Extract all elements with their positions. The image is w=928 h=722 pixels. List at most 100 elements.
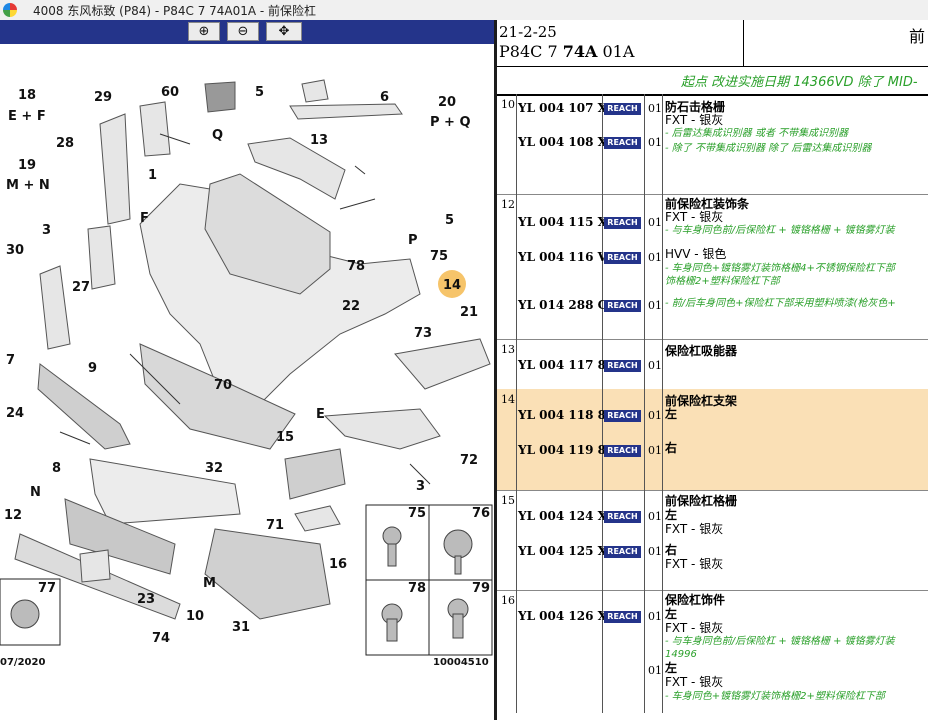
parts-group-16[interactable]: 16 YL 004 126 XT REACH 01 保险杠饰件左 FXT - 银灰 - 与车… xyxy=(497,590,928,720)
callout-32: 32 xyxy=(205,461,223,476)
part-description: - 与车身同色前/后保险杠 + 镀铬格栅 + 镀铬雾灯装 xyxy=(665,225,895,236)
list-bottom-edge xyxy=(497,713,928,720)
zoom-out-button[interactable]: ⊖ xyxy=(227,22,259,41)
callout-77: 77 xyxy=(38,581,56,596)
part-number[interactable]: YL 004 107 XT xyxy=(518,101,616,115)
reach-badge[interactable]: REACH xyxy=(604,252,641,264)
callout-75b: 75 xyxy=(408,506,426,521)
part-number[interactable]: YL 004 118 80 xyxy=(518,408,614,422)
part-description: 保险杠饰件 xyxy=(665,593,726,607)
part-number[interactable]: YL 004 115 XT xyxy=(518,215,616,229)
reach-badge[interactable]: REACH xyxy=(604,360,641,372)
diagram-footer-left: 07/2020 xyxy=(0,657,45,668)
part-description: 左 xyxy=(665,407,678,421)
catalog-date: 21-2-25 xyxy=(499,23,557,41)
parts-group-13[interactable]: 13 YL 004 117 80 REACH 01 保险杠吸能器 xyxy=(497,339,928,390)
quantity: 01 xyxy=(648,545,662,558)
quantity: 01 xyxy=(648,610,662,623)
part-description: - 前/后车身同色+保险杠下部采用塑料喷漆(枪灰色+ xyxy=(665,298,896,309)
callout-e: E xyxy=(316,407,325,422)
callout-31: 31 xyxy=(232,620,250,635)
callout-q: Q xyxy=(212,128,223,143)
callout-21: 21 xyxy=(460,305,478,320)
fog-lamp-trim-part xyxy=(294,505,341,532)
callout-14: 14 xyxy=(443,278,461,293)
callout-23: 23 xyxy=(137,592,155,607)
side-bracket-left-part xyxy=(99,113,131,225)
callout-28: 28 xyxy=(56,136,74,151)
callout-74: 74 xyxy=(152,631,170,646)
part-description: FXT - 银灰 xyxy=(665,675,724,689)
part-number[interactable]: YL 004 108 XT xyxy=(518,135,616,149)
reach-badge[interactable]: REACH xyxy=(604,546,641,558)
reach-badge[interactable]: REACH xyxy=(604,445,641,457)
part-number[interactable]: YL 014 288 CX xyxy=(518,298,617,312)
reach-badge[interactable]: REACH xyxy=(604,217,641,229)
callout-71: 71 xyxy=(266,518,284,533)
callout-78: 78 xyxy=(347,259,365,274)
part-description: 保险杠吸能器 xyxy=(665,344,738,358)
part-description: 左 xyxy=(665,661,678,675)
diagram-toolbar: ⊕ ⊖ ✥ xyxy=(0,20,494,44)
part-description: - 除了 不带集成识别器 除了 后雷达集成识别器 xyxy=(665,143,872,154)
item-number: 13 xyxy=(501,343,515,356)
callout-6: 6 xyxy=(380,90,389,105)
callout-19: 19 xyxy=(18,158,36,173)
reach-badge[interactable]: REACH xyxy=(604,511,641,523)
part-description: 前保险杠格栅 xyxy=(665,494,738,508)
part-description: 右 xyxy=(665,441,678,455)
part-number[interactable]: YL 004 124 XT xyxy=(518,509,616,523)
plate-part xyxy=(79,549,111,583)
exploded-parts-diagram: 60 5 6 29 18 E + F 20 P + Q Q 28 13 19 M… xyxy=(0,79,493,668)
callout-73: 73 xyxy=(414,326,432,341)
pan-button[interactable]: ✥ xyxy=(266,22,302,41)
column-rule xyxy=(644,194,645,339)
callout-p: P xyxy=(408,233,418,248)
reach-badge[interactable]: REACH xyxy=(604,137,641,149)
parts-group-15[interactable]: 15 YL 004 124 XT REACH 01 前保险杠格栅左 FXT - 银灰 YL … xyxy=(497,490,928,591)
parts-group-10[interactable]: 10 YL 004 107 XT REACH 01 防石击格栅 FXT - 银灰 - 后雷达… xyxy=(497,94,928,195)
part-number[interactable]: YL 004 116 VV xyxy=(518,250,616,264)
column-rule xyxy=(516,490,517,590)
column-rule xyxy=(516,590,517,720)
callout-7: 7 xyxy=(6,353,15,368)
window-titlebar: 4008 东风标致 (P84) - P84C 7 74A01A - 前保险杠 xyxy=(0,0,928,21)
callout-78b: 78 xyxy=(408,581,426,596)
item-number: 16 xyxy=(501,594,515,607)
part-number[interactable]: YL 004 119 80 xyxy=(518,443,614,457)
lower-grille-part xyxy=(37,363,131,450)
reach-badge[interactable]: REACH xyxy=(604,300,641,312)
reach-badge[interactable]: REACH xyxy=(604,410,641,422)
catalog-code: P84C 7 74A 01A xyxy=(499,42,635,61)
diagram-pane[interactable]: ⊕ ⊖ ✥ 60 5 6 29 18 E + F 20 P + Q Q 28 1… xyxy=(0,20,494,720)
reach-badge[interactable]: REACH xyxy=(604,611,641,623)
part-number[interactable]: YL 004 126 XT xyxy=(518,609,616,623)
callout-p-q: P + Q xyxy=(430,115,471,130)
zoom-in-button[interactable]: ⊕ xyxy=(188,22,220,41)
part-number[interactable]: YL 004 117 80 xyxy=(518,358,614,372)
callout-27: 27 xyxy=(72,280,90,295)
callout-10: 10 xyxy=(186,609,204,624)
part-description: - 后雷达集成识别器 或者 不带集成识别器 xyxy=(665,128,849,139)
column-rule xyxy=(644,94,645,194)
callout-9: 9 xyxy=(88,361,97,376)
column-rule xyxy=(662,590,663,720)
item-number: 14 xyxy=(501,393,515,406)
part-number[interactable]: YL 004 125 XT xyxy=(518,544,616,558)
item-number: 12 xyxy=(501,198,515,211)
parts-group-12[interactable]: 12 YL 004 115 XT REACH 01 前保险杠装饰条 FXT - 银灰 - 与… xyxy=(497,194,928,340)
callout-m: M xyxy=(203,576,216,591)
callout-n: N xyxy=(30,485,41,500)
item-number: 15 xyxy=(501,494,515,507)
callout-8: 8 xyxy=(52,461,61,476)
parts-group-14[interactable]: 14 YL 004 118 80 REACH 01 前保险杠支架左 YL 004 119 … xyxy=(497,389,928,491)
part-description: 饰格栅2+塑料保险杠下部 xyxy=(665,276,780,287)
callout-12: 12 xyxy=(4,508,22,523)
part-description: FXT - 银灰 xyxy=(665,113,724,127)
reach-badge[interactable]: REACH xyxy=(604,103,641,115)
column-rule xyxy=(602,389,603,490)
parts-list-pane[interactable]: 21-2-25 P84C 7 74A 01A 前 起点 改进实施日期 14366… xyxy=(497,20,928,720)
part-description: FXT - 银灰 xyxy=(665,621,724,635)
column-rule xyxy=(602,490,603,590)
part-description: 左 xyxy=(665,508,678,522)
